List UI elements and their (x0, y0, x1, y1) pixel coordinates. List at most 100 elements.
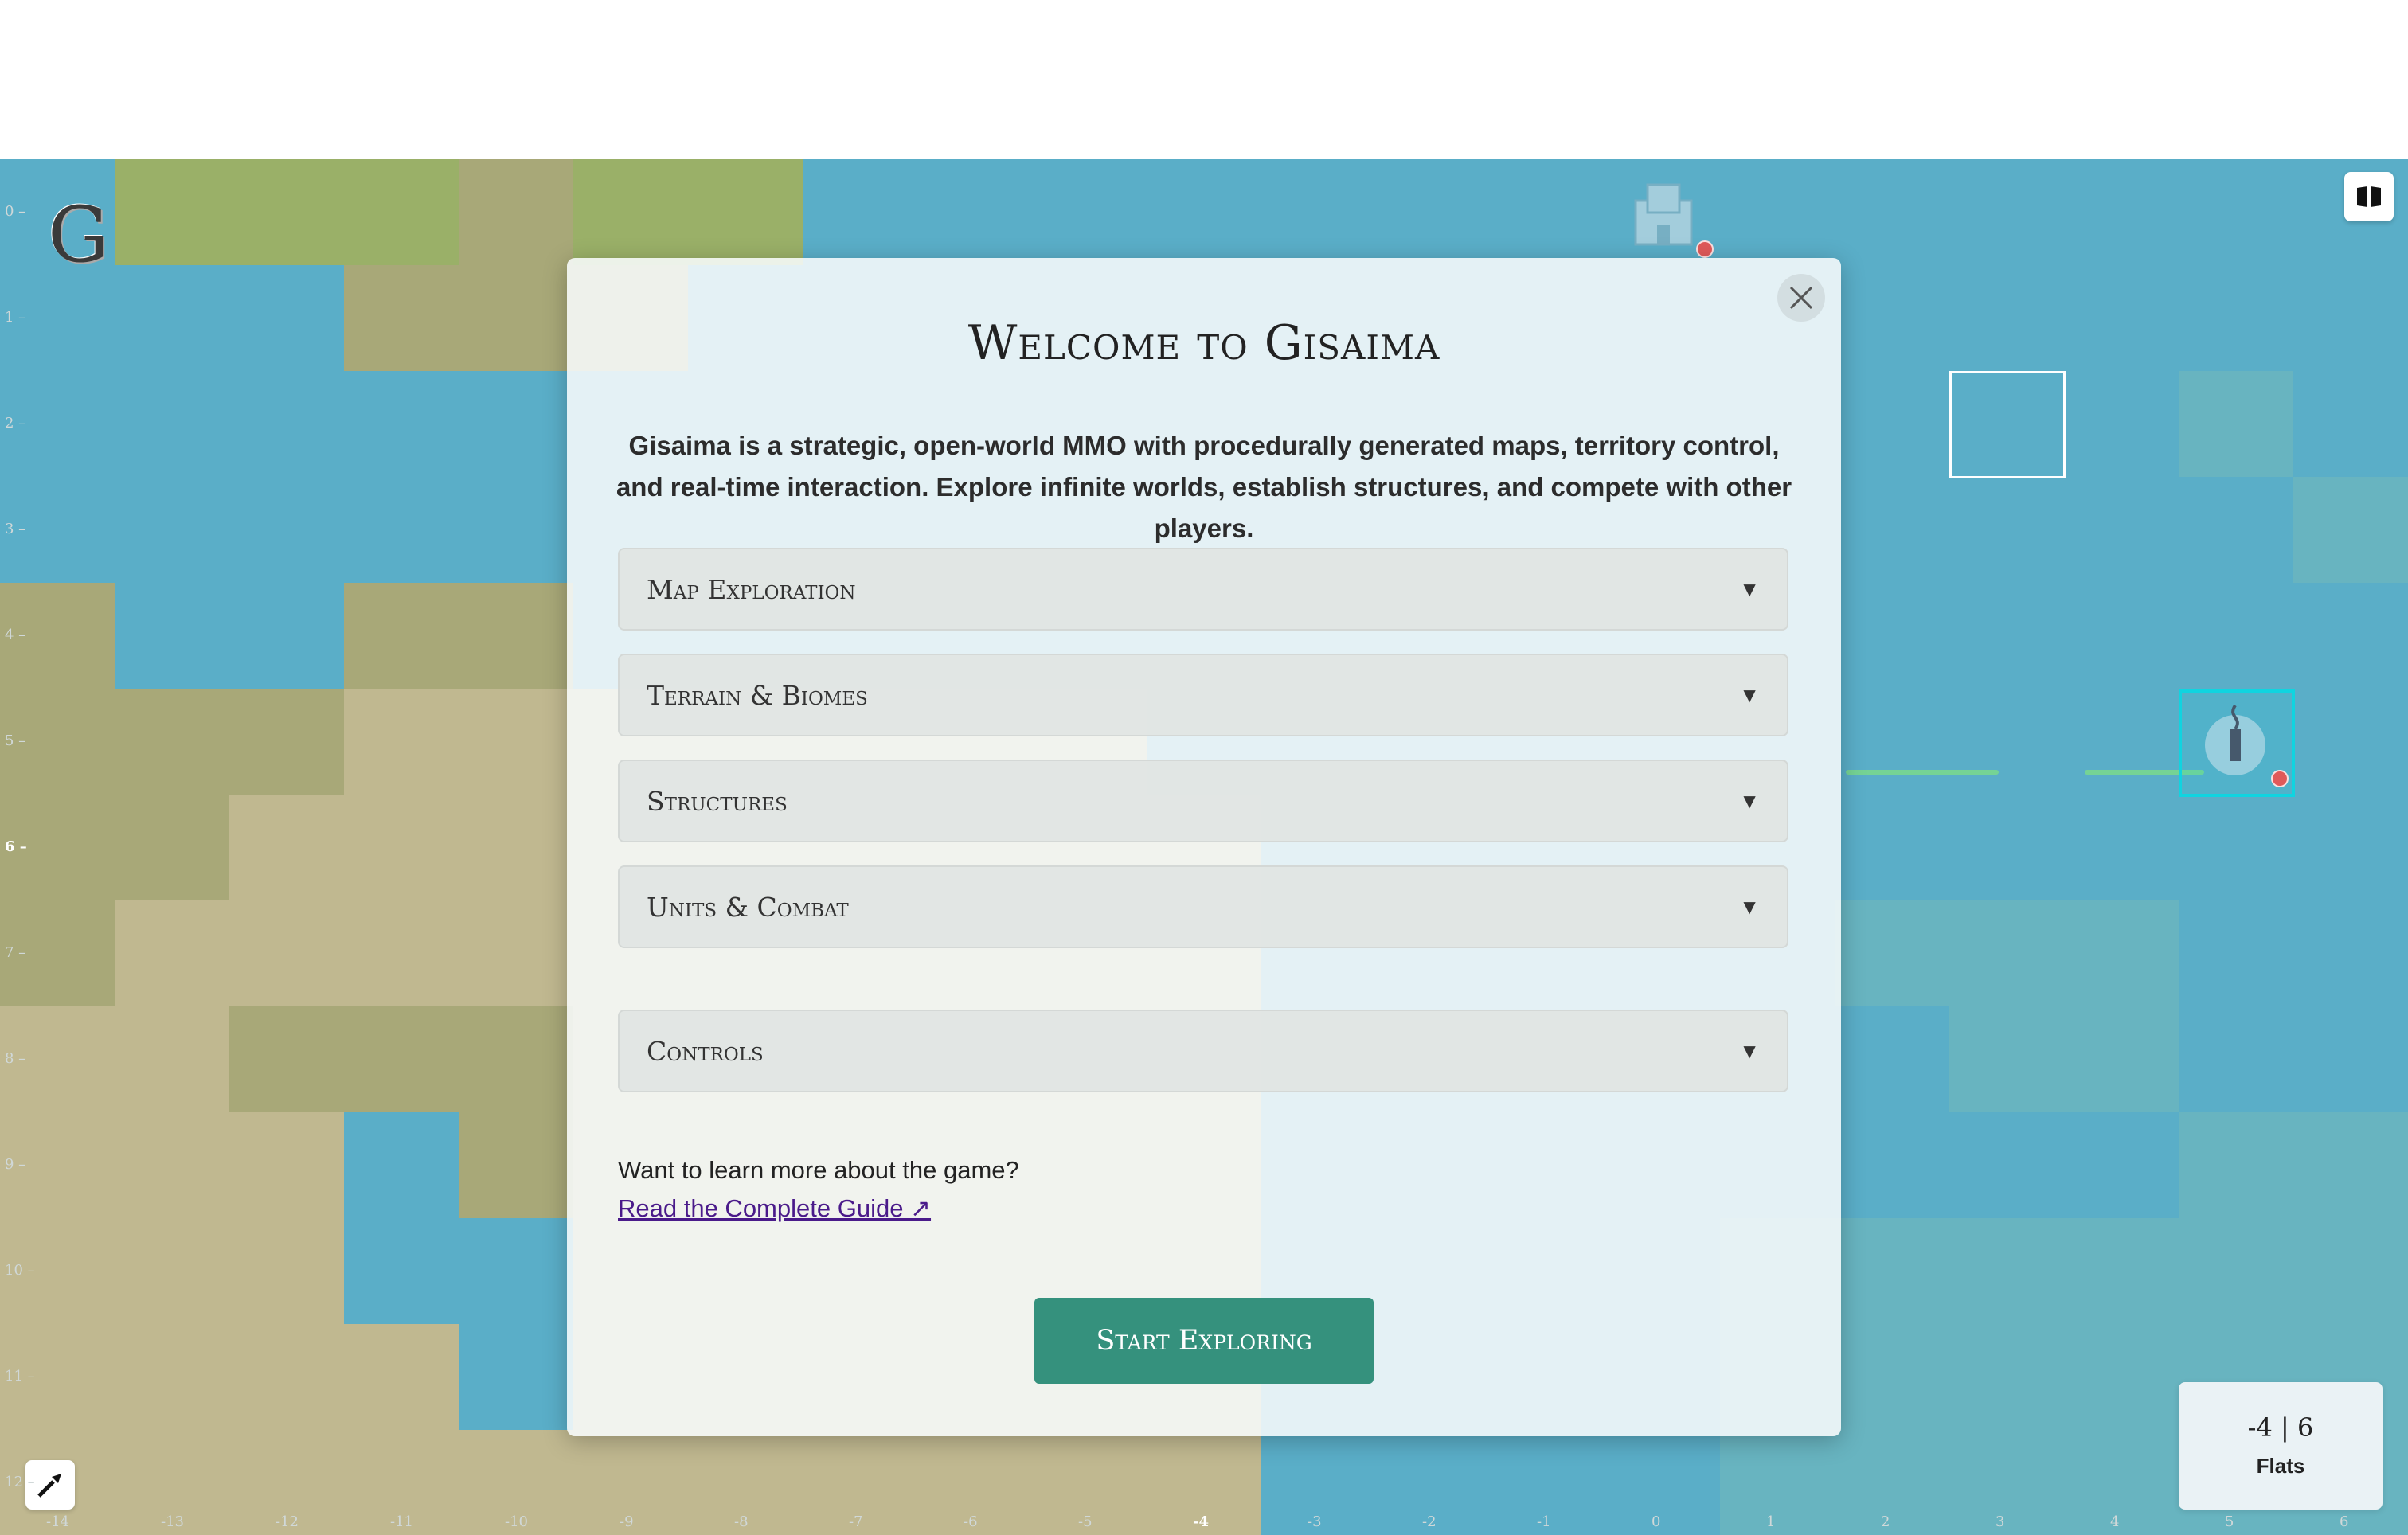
map-tile[interactable] (2179, 477, 2293, 583)
castle-structure-icon[interactable] (1620, 169, 1707, 256)
map-tile[interactable] (1835, 900, 1949, 1006)
map-tile[interactable] (1835, 689, 1949, 795)
map-tile[interactable] (1949, 1006, 2064, 1112)
map-tile[interactable] (459, 900, 573, 1006)
map-tile[interactable] (2179, 1006, 2293, 1112)
map-tile[interactable] (573, 159, 688, 265)
map-tile[interactable] (688, 159, 803, 265)
map-tile[interactable] (229, 1006, 344, 1112)
section-map-exploration[interactable]: Map Exploration ▼ (618, 548, 1788, 631)
map-tile[interactable] (229, 1218, 344, 1324)
map-tile[interactable] (2064, 583, 2179, 689)
map-tile[interactable] (2064, 159, 2179, 265)
map-tile[interactable] (803, 159, 917, 265)
map-tile[interactable] (1949, 265, 2064, 371)
map-tile[interactable] (1835, 1324, 1949, 1430)
map-tile[interactable] (2179, 900, 2293, 1006)
map-tile[interactable] (229, 795, 344, 900)
start-exploring-button[interactable]: Start Exploring (1034, 1298, 1374, 1384)
map-tile[interactable] (229, 689, 344, 795)
torch-structure-icon[interactable] (2191, 697, 2279, 785)
map-tile[interactable] (1835, 583, 1949, 689)
map-tile[interactable] (1835, 1006, 1949, 1112)
map-tile[interactable] (229, 477, 344, 583)
map-tile[interactable] (2293, 583, 2408, 689)
map-tile[interactable] (229, 371, 344, 477)
close-button[interactable] (1777, 274, 1825, 322)
map-tile[interactable] (2179, 159, 2293, 265)
map-tile[interactable] (115, 159, 229, 265)
map-tile[interactable] (344, 795, 459, 900)
map-tile[interactable] (2064, 371, 2179, 477)
map-tile[interactable] (229, 900, 344, 1006)
map-tile[interactable] (1949, 583, 2064, 689)
map-tile[interactable] (2293, 795, 2408, 900)
map-tile[interactable] (344, 1324, 459, 1430)
map-tile[interactable] (2293, 371, 2408, 477)
map-tile[interactable] (459, 1324, 573, 1430)
map-tile[interactable] (1949, 1218, 2064, 1324)
map-toggle-button[interactable] (2344, 172, 2394, 221)
map-tile[interactable] (2064, 1430, 2179, 1535)
map-tile[interactable] (115, 583, 229, 689)
map-tile[interactable] (1835, 477, 1949, 583)
map-tile[interactable] (1720, 159, 1835, 265)
map-tile[interactable] (2293, 1218, 2408, 1324)
map-tile[interactable] (2179, 795, 2293, 900)
map-tile[interactable] (2064, 1112, 2179, 1218)
map-tile[interactable] (115, 900, 229, 1006)
map-tile[interactable] (2179, 1218, 2293, 1324)
map-tile[interactable] (2064, 900, 2179, 1006)
map-tile[interactable] (344, 1006, 459, 1112)
map-tile[interactable] (1949, 1324, 2064, 1430)
map-tile[interactable] (115, 689, 229, 795)
map-tile[interactable] (459, 477, 573, 583)
map-tile[interactable] (1147, 159, 1261, 265)
map-tile[interactable] (1376, 159, 1491, 265)
map-tile[interactable] (229, 583, 344, 689)
map-tile[interactable] (115, 1324, 229, 1430)
map-tile[interactable] (1949, 159, 2064, 265)
map-tile[interactable] (1032, 159, 1147, 265)
map-tile[interactable] (344, 265, 459, 371)
map-tile[interactable] (2064, 265, 2179, 371)
map-tile[interactable] (459, 159, 573, 265)
map-tile[interactable] (229, 1324, 344, 1430)
map-tile[interactable] (1835, 1218, 1949, 1324)
map-tile[interactable] (344, 583, 459, 689)
map-tile[interactable] (2179, 583, 2293, 689)
map-tile[interactable] (1720, 1430, 1835, 1535)
map-tile[interactable] (1835, 159, 1949, 265)
map-tile[interactable] (1949, 689, 2064, 795)
map-tile[interactable] (1605, 1430, 1720, 1535)
map-tile[interactable] (1949, 477, 2064, 583)
map-tile[interactable] (1261, 159, 1376, 265)
guide-link[interactable]: Read the Complete Guide ↗ (618, 1194, 931, 1223)
map-tile[interactable] (2293, 1112, 2408, 1218)
map-tile[interactable] (1949, 1430, 2064, 1535)
map-tile[interactable] (2293, 477, 2408, 583)
map-tile[interactable] (2064, 795, 2179, 900)
map-tile[interactable] (344, 689, 459, 795)
map-tile[interactable] (1949, 795, 2064, 900)
map-tile[interactable] (2064, 1006, 2179, 1112)
map-tile[interactable] (459, 689, 573, 795)
map-tile[interactable] (1835, 1112, 1949, 1218)
map-tile[interactable] (1835, 1430, 1949, 1535)
map-tile[interactable] (1835, 371, 1949, 477)
map-tile[interactable] (229, 265, 344, 371)
map-tile[interactable] (2293, 265, 2408, 371)
map-tile[interactable] (2179, 265, 2293, 371)
map-tile[interactable] (115, 1006, 229, 1112)
map-tile[interactable] (459, 1112, 573, 1218)
section-units-combat[interactable]: Units & Combat ▼ (618, 865, 1788, 948)
map-tile[interactable] (344, 477, 459, 583)
map-tile[interactable] (2293, 900, 2408, 1006)
map-tile[interactable] (1949, 900, 2064, 1006)
map-tile[interactable] (229, 159, 344, 265)
map-tile[interactable] (229, 1112, 344, 1218)
map-tile[interactable] (115, 1112, 229, 1218)
map-tile[interactable] (2064, 689, 2179, 795)
map-tile[interactable] (1835, 795, 1949, 900)
map-tile[interactable] (459, 371, 573, 477)
